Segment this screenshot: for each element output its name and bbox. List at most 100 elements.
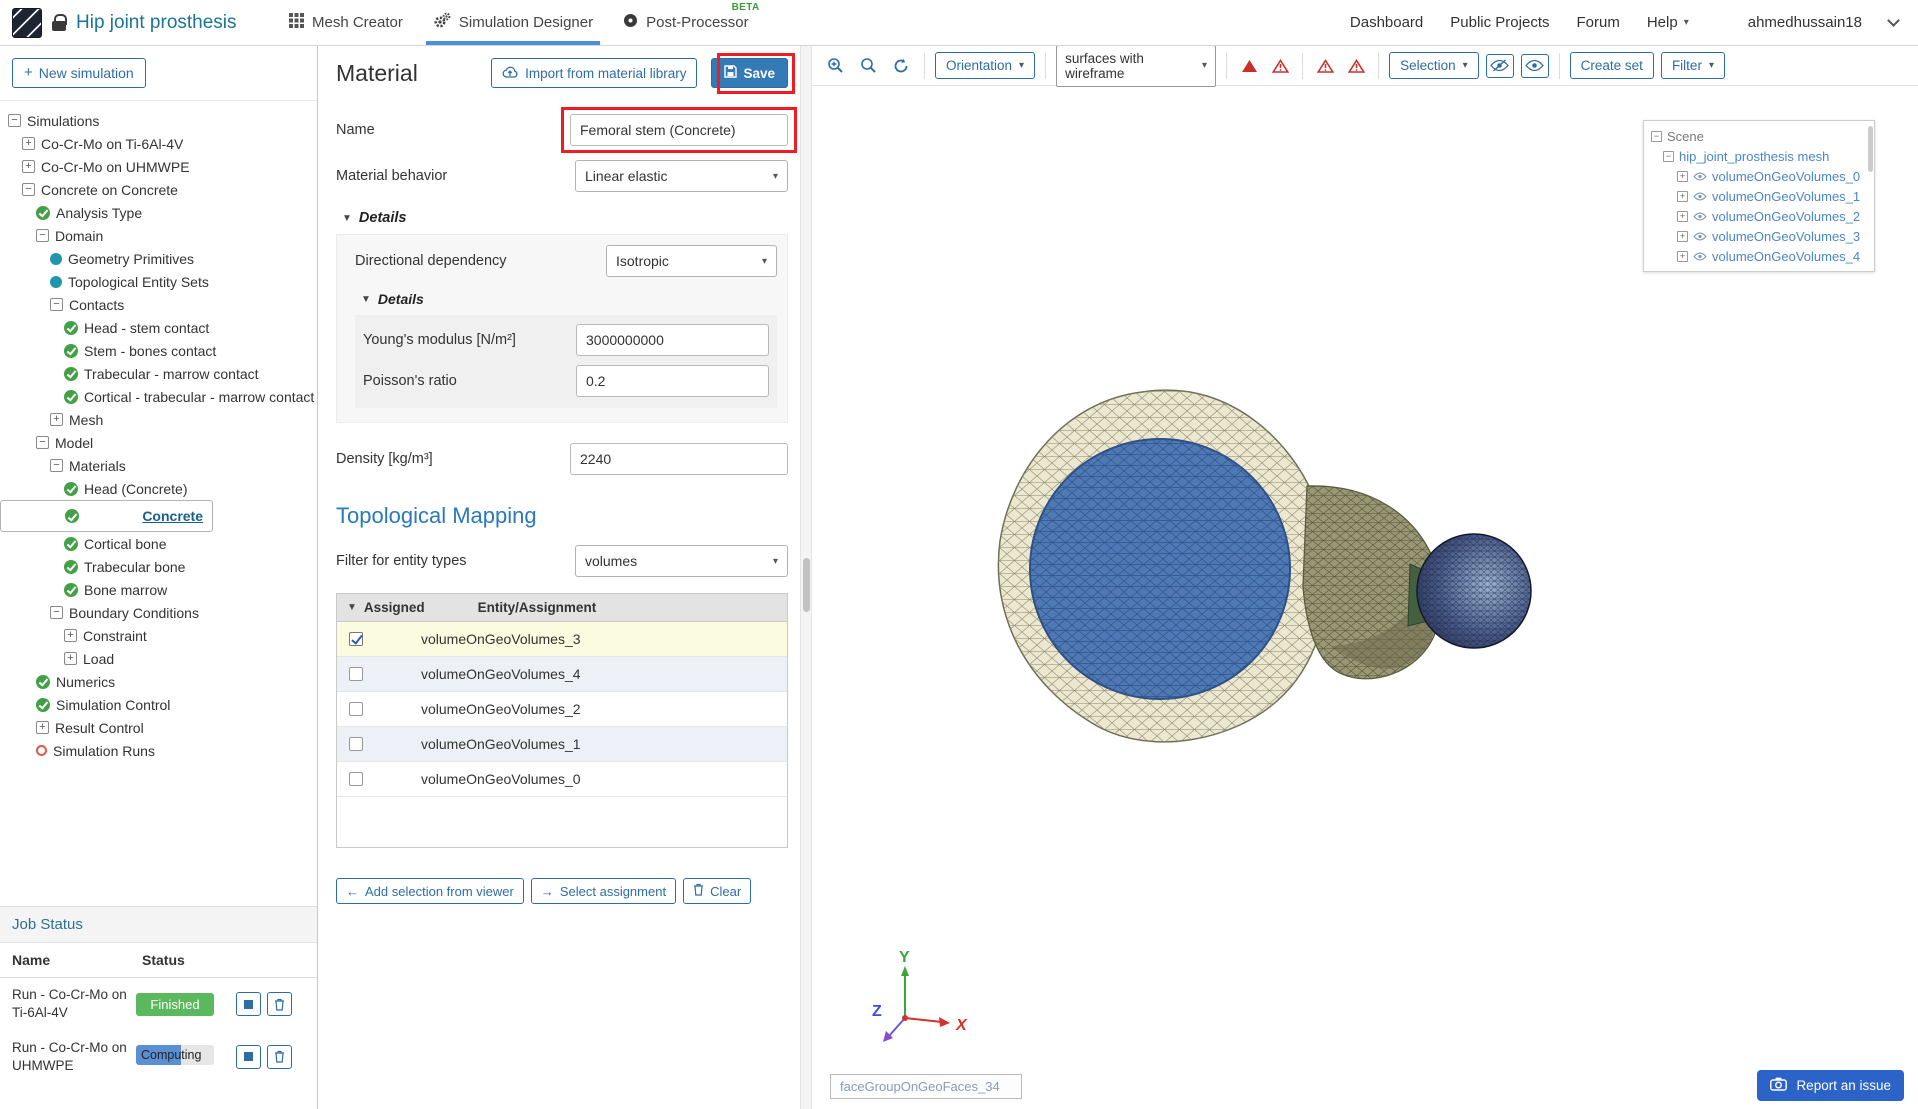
assignment-checkbox[interactable] (349, 702, 363, 716)
expand-icon[interactable]: + (1677, 171, 1688, 182)
import-material-library-button[interactable]: Import from material library (491, 58, 697, 88)
visibility-eye-icon[interactable] (1693, 252, 1707, 261)
refresh-view-button[interactable] (888, 54, 914, 78)
tree-item-constraint[interactable]: +Constraint (0, 624, 317, 647)
scene-item-hip-joint-prosthesis-mesh[interactable]: −hip_joint_prosthesis mesh (1647, 146, 1871, 166)
collapse-icon[interactable]: − (36, 436, 49, 449)
mesh-quality-triangle-button[interactable] (1268, 54, 1292, 78)
directional-dependency-select[interactable]: Isotropic ▾ (606, 245, 777, 277)
create-set-button[interactable]: Create set (1570, 52, 1654, 79)
expand-icon[interactable]: + (1677, 231, 1688, 242)
nav-forum[interactable]: Forum (1577, 14, 1620, 31)
scene-item-volumeongeovolumes-2[interactable]: +volumeOnGeoVolumes_2 (1647, 206, 1871, 226)
details-section-header[interactable]: ▼ Details (342, 210, 788, 226)
tree-item-bone-marrow[interactable]: Bone marrow (0, 578, 317, 601)
clear-button[interactable]: Clear (683, 878, 751, 904)
scene-item-volumeongeovolumes-4[interactable]: +volumeOnGeoVolumes_4 (1647, 246, 1871, 266)
nav-help-menu[interactable]: Help▾ (1647, 14, 1689, 31)
material-name-input[interactable] (570, 114, 788, 146)
scene-item-volumeongeovolumes-3[interactable]: +volumeOnGeoVolumes_3 (1647, 226, 1871, 246)
tree-item-simulation-control[interactable]: Simulation Control (0, 693, 317, 716)
visibility-eye-icon[interactable] (1693, 192, 1707, 201)
tree-item-head-concrete[interactable]: Head (Concrete) (0, 477, 317, 500)
expand-icon[interactable]: + (36, 721, 49, 734)
expand-icon[interactable]: + (22, 137, 35, 150)
inner-details-header[interactable]: ▼ Details (361, 291, 777, 307)
tab-mesh-creator[interactable]: Mesh Creator (274, 0, 418, 45)
show-selection-button[interactable] (1521, 54, 1549, 78)
tree-item-boundary-conditions[interactable]: −Boundary Conditions (0, 601, 317, 624)
scene-item-volumeongeovolumes-1[interactable]: +volumeOnGeoVolumes_1 (1647, 186, 1871, 206)
expand-icon[interactable]: + (1677, 191, 1688, 202)
tree-item-trabecular-marrow-contact[interactable]: Trabecular - marrow contact (0, 362, 317, 385)
expand-icon[interactable]: + (64, 629, 77, 642)
mesh-quality-triangle-button[interactable] (1313, 54, 1337, 78)
scene-item-volumeongeovolumes-0[interactable]: +volumeOnGeoVolumes_0 (1647, 166, 1871, 186)
assignment-row-volumeongeovolumes-2[interactable]: volumeOnGeoVolumes_2 (337, 692, 787, 727)
tree-item-cortical-trabecular-marrow-contact[interactable]: Cortical - trabecular - marrow contact (0, 385, 317, 408)
collapse-icon[interactable]: − (36, 229, 49, 242)
panel-scrollbar[interactable] (800, 46, 812, 1109)
assignment-row-volumeongeovolumes-3[interactable]: volumeOnGeoVolumes_3 (337, 622, 787, 657)
zoom-in-button[interactable] (822, 54, 848, 78)
add-selection-from-viewer-button[interactable]: ← Add selection from viewer (336, 878, 524, 904)
tree-item-geometry-primitives[interactable]: Geometry Primitives (0, 247, 317, 270)
tree-item-simulation-runs[interactable]: Simulation Runs (0, 739, 317, 762)
chevron-down-icon[interactable] (1887, 14, 1900, 27)
expand-icon[interactable]: + (22, 160, 35, 173)
tree-item-load[interactable]: +Load (0, 647, 317, 670)
tree-item-result-control[interactable]: +Result Control (0, 716, 317, 739)
expand-icon[interactable]: + (1677, 251, 1688, 262)
assignment-row-volumeongeovolumes-0[interactable]: volumeOnGeoVolumes_0 (337, 762, 787, 797)
tab-post-processor[interactable]: Post-Processor BETA (608, 0, 764, 45)
tree-item-concrete[interactable]: Concrete (0, 500, 213, 532)
scrollbar-thumb[interactable] (803, 558, 810, 612)
simscale-logo[interactable] (12, 8, 42, 38)
density-input[interactable] (570, 443, 788, 475)
tree-item-domain[interactable]: −Domain (0, 224, 317, 247)
mesh-quality-triangle-button[interactable] (1344, 54, 1368, 78)
tree-item-trabecular-bone[interactable]: Trabecular bone (0, 555, 317, 578)
visibility-eye-icon[interactable] (1693, 172, 1707, 181)
material-behavior-select[interactable]: Linear elastic ▾ (575, 160, 788, 192)
tree-item-cortical-bone[interactable]: Cortical bone (0, 532, 317, 555)
assignment-checkbox[interactable] (349, 737, 363, 751)
delete-run-button[interactable] (267, 1045, 292, 1069)
tree-item-model[interactable]: −Model (0, 431, 317, 454)
expand-icon[interactable]: + (64, 652, 77, 665)
tree-item-co-cr-mo-on-uhmwpe[interactable]: +Co-Cr-Mo on UHMWPE (0, 155, 317, 178)
stop-run-button[interactable] (236, 1045, 261, 1069)
hide-selection-button[interactable] (1486, 54, 1514, 78)
collapse-caret-icon[interactable]: ▼ (347, 602, 357, 613)
youngs-modulus-input[interactable] (576, 324, 769, 356)
collapse-icon[interactable]: − (50, 459, 63, 472)
save-button[interactable]: Save (711, 58, 788, 88)
collapse-icon[interactable]: − (50, 298, 63, 311)
collapse-icon[interactable]: − (50, 606, 63, 619)
tree-item-concrete-on-concrete[interactable]: −Concrete on Concrete (0, 178, 317, 201)
selection-dropdown[interactable]: Selection▾ (1389, 52, 1479, 79)
visibility-eye-icon[interactable] (1693, 232, 1707, 241)
tree-item-topological-entity-sets[interactable]: Topological Entity Sets (0, 270, 317, 293)
tree-item-numerics[interactable]: Numerics (0, 670, 317, 693)
tree-item-co-cr-mo-on-ti-6al-4v[interactable]: +Co-Cr-Mo on Ti-6Al-4V (0, 132, 317, 155)
zoom-fit-button[interactable] (855, 54, 881, 78)
tree-item-materials[interactable]: −Materials (0, 454, 317, 477)
filter-dropdown[interactable]: Filter▾ (1661, 52, 1725, 79)
entity-filter-select[interactable]: volumes ▾ (575, 545, 788, 577)
tree-item-mesh[interactable]: +Mesh (0, 408, 317, 431)
expand-icon[interactable]: + (50, 413, 63, 426)
nav-dashboard[interactable]: Dashboard (1350, 14, 1423, 31)
scene-scrollbar-thumb[interactable] (1868, 126, 1873, 172)
expand-icon[interactable]: + (1677, 211, 1688, 222)
collapse-icon[interactable]: − (1651, 131, 1662, 142)
display-mode-select[interactable]: surfaces with wireframe ▾ (1056, 46, 1216, 87)
assignment-checkbox[interactable] (349, 632, 363, 646)
tree-item-head-stem-contact[interactable]: Head - stem contact (0, 316, 317, 339)
report-issue-button[interactable]: Report an issue (1757, 1070, 1904, 1101)
nav-public-projects[interactable]: Public Projects (1450, 14, 1549, 31)
assignment-checkbox[interactable] (349, 772, 363, 786)
tree-item-simulations[interactable]: −Simulations (0, 109, 317, 132)
scene-item-scene[interactable]: −Scene (1647, 126, 1871, 146)
assignment-row-volumeongeovolumes-4[interactable]: volumeOnGeoVolumes_4 (337, 657, 787, 692)
